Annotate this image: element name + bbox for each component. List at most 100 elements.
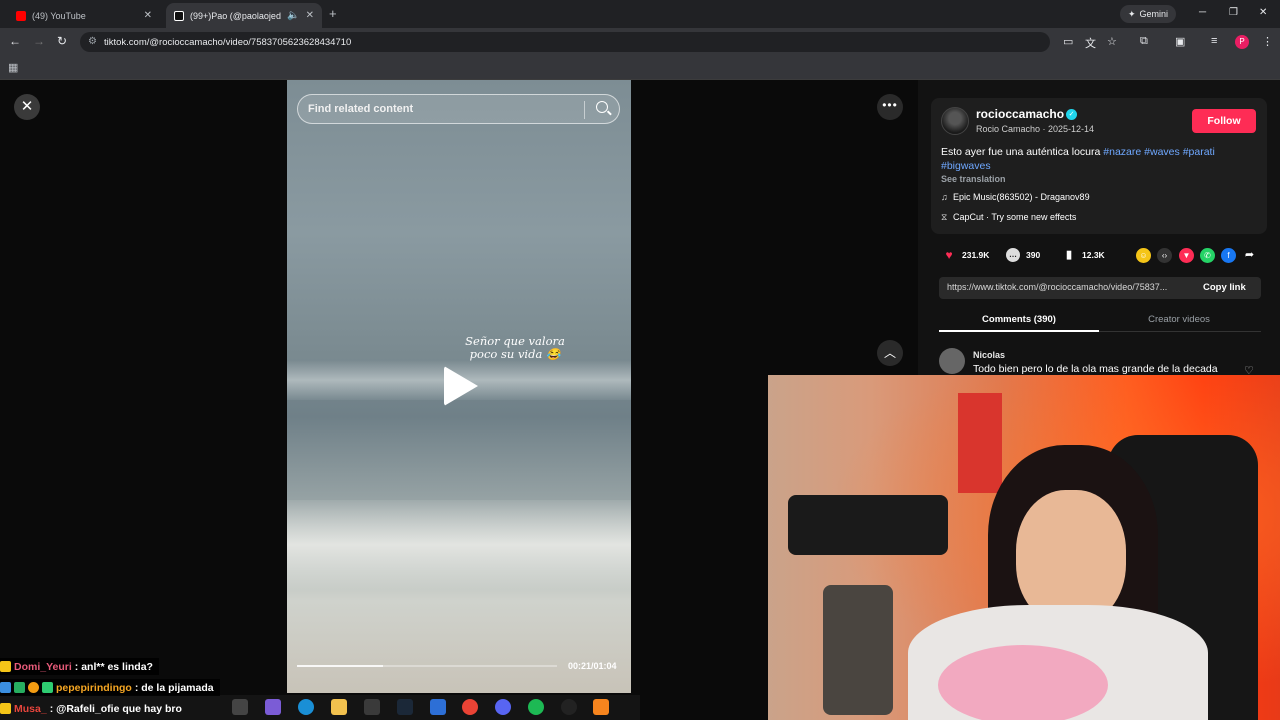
gemini-button[interactable]: ✦ Gemini: [1120, 5, 1177, 23]
tab-comments[interactable]: Comments (390): [939, 314, 1099, 325]
hashtag-link[interactable]: #parati: [1183, 146, 1215, 158]
close-tab-icon[interactable]: ✕: [306, 10, 314, 21]
bookmark-icon[interactable]: ▮: [1062, 248, 1076, 262]
hashtag-link[interactable]: #nazare: [1103, 146, 1141, 158]
creator-avatar[interactable]: [941, 107, 969, 135]
menu-icon[interactable]: ⋮: [1262, 35, 1273, 48]
speaker-icon[interactable]: 🔈: [287, 10, 299, 21]
chat-badge-icon: [0, 682, 11, 693]
comment-bubble-icon[interactable]: …: [1006, 248, 1020, 262]
discord-icon[interactable]: [495, 699, 511, 715]
more-options-icon[interactable]: •••: [877, 94, 903, 120]
app-icon[interactable]: [593, 699, 609, 715]
tab-creator-videos[interactable]: Creator videos: [1099, 314, 1259, 325]
commenter-avatar[interactable]: [939, 348, 965, 374]
pink-plush: [938, 645, 1108, 720]
facebook-icon[interactable]: f: [1221, 248, 1236, 263]
chat-badge-icon: [42, 682, 53, 693]
tiktok-icon: [174, 10, 184, 21]
share-link-url[interactable]: https://www.tiktok.com/@rocioccamacho/vi…: [947, 282, 1192, 292]
like-stat[interactable]: ♥ 231.9K: [942, 248, 989, 262]
commenter-name[interactable]: Nicolas: [973, 350, 1005, 360]
whatsapp-icon[interactable]: ✆: [1200, 248, 1215, 263]
youtube-icon: [16, 10, 26, 21]
address-text: tiktok.com/@rocioccamacho/video/75837056…: [104, 36, 352, 48]
tab-youtube[interactable]: (49) YouTube ✕: [8, 3, 160, 28]
site-settings-icon[interactable]: ⚙: [88, 36, 97, 47]
post-caption: Esto ayer fue una auténtica locura #naza…: [941, 145, 1261, 173]
capcut-link[interactable]: ⧖ CapCut · Try some new effects: [941, 212, 1076, 223]
file-explorer-icon[interactable]: [331, 699, 347, 715]
chrome-icon[interactable]: [462, 699, 478, 715]
address-bar[interactable]: ⚙ tiktok.com/@rocioccamacho/video/758370…: [80, 32, 1050, 52]
close-tab-icon[interactable]: ✕: [144, 10, 152, 21]
close-window-button[interactable]: ✕: [1259, 7, 1267, 18]
chat-username[interactable]: pepepirindingo: [56, 682, 132, 694]
active-tab-underline: [939, 330, 1099, 332]
video-progress-bar[interactable]: [297, 665, 557, 667]
new-tab-button[interactable]: +: [329, 6, 337, 21]
cast-icon[interactable]: ▭: [1063, 35, 1073, 48]
friends-share-icon[interactable]: ☺: [1136, 248, 1151, 263]
back-button[interactable]: ←: [9, 34, 21, 48]
creator-username[interactable]: rocioccamacho: [976, 107, 1064, 121]
forward-button[interactable]: →: [33, 34, 45, 48]
music-link[interactable]: ♫ Epic Music(863502) - Draganov89: [941, 192, 1090, 202]
translate-icon[interactable]: 文: [1085, 35, 1096, 51]
obs-icon[interactable]: [561, 699, 577, 715]
share-link-box: https://www.tiktok.com/@rocioccamacho/vi…: [939, 277, 1261, 299]
play-icon[interactable]: [444, 366, 478, 406]
apps-grid-icon[interactable]: ▦: [8, 61, 18, 74]
mail-icon[interactable]: [430, 699, 446, 715]
chat-badge-icon: [0, 661, 11, 672]
video-overlay-caption: Señor que valora poco su vida 😂: [465, 334, 565, 361]
bookmarks-bar: ▦: [0, 56, 1280, 80]
embed-icon[interactable]: ‹›: [1157, 248, 1172, 263]
steam-icon[interactable]: [397, 699, 413, 715]
gemini-label: Gemini: [1139, 9, 1169, 19]
search-placeholder: Find related content: [308, 103, 414, 115]
restore-button[interactable]: ❐: [1229, 7, 1238, 18]
screen: (49) YouTube ✕ (99+)Pao (@paolaojedda) |…: [0, 0, 1280, 720]
taskview-icon[interactable]: [232, 699, 248, 715]
repost-icon[interactable]: ▼: [1179, 248, 1194, 263]
video-timestamp: 00:21/01:04: [568, 661, 617, 671]
reload-button[interactable]: ↻: [57, 34, 67, 48]
tab-title: (99+)Pao (@paolaojedda) |: [190, 10, 281, 21]
comment-count: 390: [1026, 250, 1041, 260]
caption-text: Esto ayer fue una auténtica locura: [941, 146, 1104, 158]
extensions-icon[interactable]: ⧉: [1140, 35, 1148, 48]
edge-icon[interactable]: [298, 699, 314, 715]
store-icon[interactable]: [364, 699, 380, 715]
hashtag-link[interactable]: #waves: [1144, 146, 1180, 158]
copilot-icon[interactable]: [265, 699, 281, 715]
related-search-input[interactable]: Find related content: [297, 94, 620, 124]
bookmark-star-icon[interactable]: ☆: [1107, 35, 1117, 48]
microphone: [788, 495, 948, 555]
comment-stat[interactable]: … 390: [1006, 248, 1040, 262]
tab-tiktok[interactable]: (99+)Pao (@paolaojedda) | 🔈 ✕: [166, 3, 322, 28]
music-title: Epic Music(863502) - Draganov89: [953, 192, 1090, 202]
copy-link-button[interactable]: Copy link: [1203, 282, 1246, 293]
webcam-overlay: [768, 375, 1280, 720]
browser-tabstrip: (49) YouTube ✕ (99+)Pao (@paolaojedda) |…: [0, 0, 1280, 28]
chat-badge-icon: [0, 703, 11, 714]
heart-icon[interactable]: ♥: [942, 248, 956, 262]
media-icon[interactable]: ≡: [1211, 35, 1217, 47]
minimize-button[interactable]: ─: [1199, 7, 1206, 18]
capcut-icon: ⧖: [941, 212, 948, 222]
save-stat[interactable]: ▮ 12.3K: [1062, 248, 1105, 262]
hashtag-link[interactable]: #bigwaves: [941, 160, 991, 172]
tab-title: (49) YouTube: [32, 10, 86, 21]
chat-username[interactable]: Domi_Yeuri: [14, 661, 72, 673]
profile-avatar[interactable]: P: [1235, 35, 1249, 49]
follow-button[interactable]: Follow: [1192, 109, 1256, 133]
chat-username[interactable]: Musa_: [14, 703, 47, 715]
share-arrow-icon[interactable]: ➦: [1242, 248, 1257, 263]
search-icon[interactable]: [596, 101, 608, 113]
sidepanel-icon[interactable]: ▣: [1175, 35, 1185, 48]
close-icon[interactable]: ✕: [14, 94, 40, 120]
spotify-icon[interactable]: [528, 699, 544, 715]
see-translation-link[interactable]: See translation: [941, 174, 1006, 184]
chevron-up-icon[interactable]: ︿: [877, 340, 903, 366]
